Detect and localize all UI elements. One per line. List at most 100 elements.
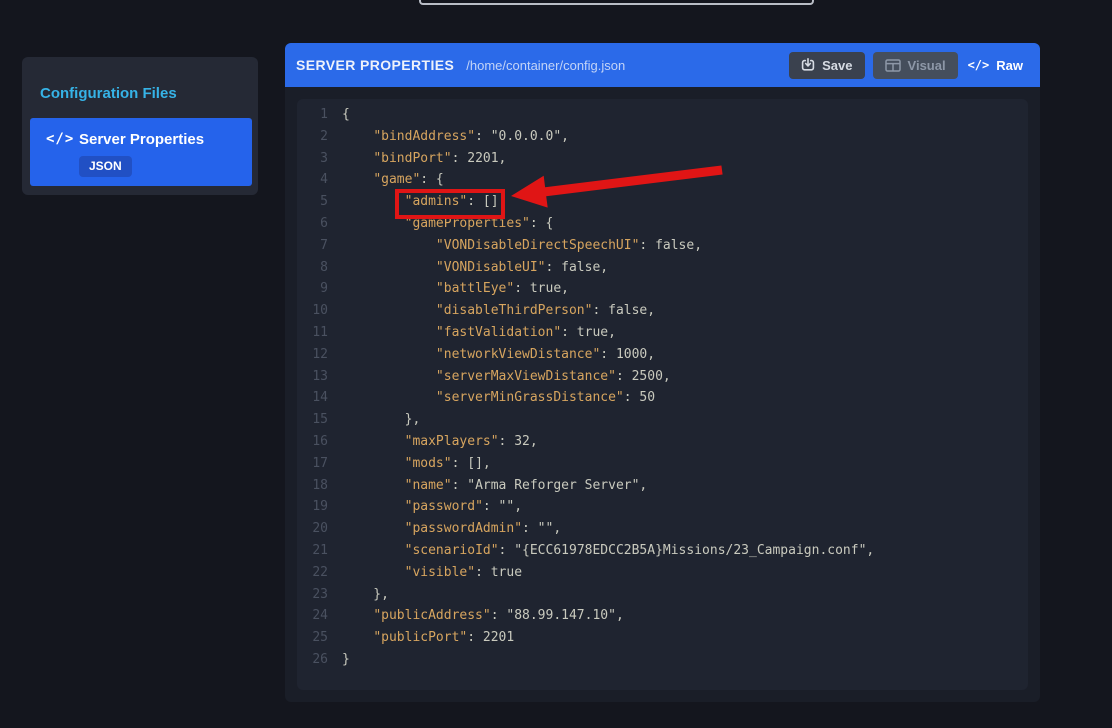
code-text: "visible": true bbox=[404, 564, 523, 580]
editor-body: 1{2 "bindAddress": "0.0.0.0", 3 "bindPort… bbox=[285, 87, 1040, 702]
line-number: 26 bbox=[312, 651, 328, 667]
code-line: 24 "publicAddress": "88.99.147.10", bbox=[297, 605, 1028, 627]
line-number: 18 bbox=[312, 477, 328, 493]
code-text: "fastValidation": true, bbox=[435, 324, 616, 340]
code-line: 7 "VONDisableDirectSpeechUI": false, bbox=[297, 235, 1028, 257]
code-line: 26} bbox=[297, 649, 1028, 671]
code-text: "scenarioId": "{ECC61978EDCC2B5A}Mission… bbox=[404, 542, 875, 558]
code-text: "VONDisableDirectSpeechUI": false, bbox=[435, 237, 703, 253]
code-line: 11 "fastValidation": true, bbox=[297, 322, 1028, 344]
code-line: 5 "admins": [], bbox=[297, 191, 1028, 213]
code-text: "serverMaxViewDistance": 2500, bbox=[435, 368, 671, 384]
line-number: 3 bbox=[320, 150, 328, 166]
editor-header: SERVER PROPERTIES /home/container/config… bbox=[285, 43, 1040, 87]
code-text: }, bbox=[342, 412, 421, 428]
code-line: 22 "visible": true bbox=[297, 562, 1028, 584]
line-number: 8 bbox=[320, 259, 328, 275]
code-text: "bindPort": 2201, bbox=[373, 150, 507, 166]
line-number: 22 bbox=[312, 564, 328, 580]
code-line: 10 "disableThirdPerson": false, bbox=[297, 300, 1028, 322]
line-number: 20 bbox=[312, 521, 328, 537]
line-number: 19 bbox=[312, 499, 328, 515]
json-badge: JSON bbox=[79, 156, 132, 177]
code-text: "password": "", bbox=[404, 499, 523, 515]
line-number: 2 bbox=[320, 128, 328, 144]
line-number: 7 bbox=[320, 237, 328, 253]
code-text: } bbox=[342, 651, 350, 667]
table-icon bbox=[884, 58, 901, 72]
save-icon bbox=[801, 58, 815, 71]
code-text: "bindAddress": "0.0.0.0", bbox=[373, 128, 569, 144]
line-number: 9 bbox=[320, 281, 328, 297]
code-text: "game": { bbox=[373, 172, 444, 188]
code-text: "VONDisableUI": false, bbox=[435, 259, 609, 275]
code-text: "battlEye": true, bbox=[435, 281, 569, 297]
code-line: 25 "publicPort": 2201 bbox=[297, 627, 1028, 649]
line-number: 13 bbox=[312, 368, 328, 384]
file-editor-panel: SERVER PROPERTIES /home/container/config… bbox=[285, 43, 1040, 702]
save-button[interactable]: Save bbox=[789, 51, 865, 79]
line-number: 23 bbox=[312, 586, 328, 602]
editor-title: SERVER PROPERTIES bbox=[296, 57, 455, 73]
code-line: 18 "name": "Arma Reforger Server", bbox=[297, 475, 1028, 497]
code-line: 17 "mods": [], bbox=[297, 453, 1028, 475]
line-number: 1 bbox=[320, 107, 328, 122]
code-line: 1{ bbox=[297, 104, 1028, 126]
code-line: 15 }, bbox=[297, 409, 1028, 431]
code-line: 13 "serverMaxViewDistance": 2500, bbox=[297, 366, 1028, 388]
line-number: 25 bbox=[312, 630, 328, 646]
code-line: 12 "networkViewDistance": 1000, bbox=[297, 344, 1028, 366]
code-line: 21 "scenarioId": "{ECC61978EDCC2B5A}Miss… bbox=[297, 540, 1028, 562]
code-line: 8 "VONDisableUI": false, bbox=[297, 257, 1028, 279]
code-text: "gameProperties": { bbox=[404, 215, 554, 231]
code-line: 6 "gameProperties": { bbox=[297, 213, 1028, 235]
code-text: "publicPort": 2201 bbox=[373, 630, 515, 646]
line-number: 11 bbox=[312, 324, 328, 340]
line-number: 17 bbox=[312, 455, 328, 471]
visual-button-label: Visual bbox=[907, 57, 946, 73]
code-text: "name": "Arma Reforger Server", bbox=[404, 477, 648, 493]
line-number: 21 bbox=[312, 542, 328, 558]
cropped-top-box bbox=[419, 0, 814, 5]
sidebar-item-server-properties[interactable]: </> Server Properties JSON bbox=[30, 118, 252, 186]
configuration-files-heading: Configuration Files bbox=[40, 85, 177, 102]
code-line: 14 "serverMinGrassDistance": 50 bbox=[297, 387, 1028, 409]
code-text: "disableThirdPerson": false, bbox=[435, 303, 656, 319]
line-number: 15 bbox=[312, 412, 328, 428]
code-text: "networkViewDistance": 1000, bbox=[435, 346, 656, 362]
raw-button[interactable]: </> Raw bbox=[964, 52, 1027, 79]
line-number: 16 bbox=[312, 433, 328, 449]
code-lines: 1{2 "bindAddress": "0.0.0.0", 3 "bindPort… bbox=[297, 104, 1028, 671]
code-text: "serverMinGrassDistance": 50 bbox=[435, 390, 656, 406]
code-line: 2 "bindAddress": "0.0.0.0", bbox=[297, 126, 1028, 148]
code-text: { bbox=[342, 107, 350, 122]
code-text: "mods": [], bbox=[404, 455, 491, 471]
line-number: 6 bbox=[320, 215, 328, 231]
code-text: "admins": [], bbox=[404, 194, 507, 210]
line-number: 12 bbox=[312, 346, 328, 362]
code-line: 9 "battlEye": true, bbox=[297, 278, 1028, 300]
sidebar-item-label: Server Properties bbox=[79, 131, 205, 148]
code-line: 3 "bindPort": 2201, bbox=[297, 148, 1028, 170]
line-number: 5 bbox=[320, 194, 328, 210]
line-number: 10 bbox=[312, 303, 328, 319]
configuration-files-card: Configuration Files </> Server Propertie… bbox=[22, 57, 258, 195]
code-line: 4 "game": { bbox=[297, 169, 1028, 191]
code-line: 23 }, bbox=[297, 584, 1028, 606]
code-line: 19 "password": "", bbox=[297, 496, 1028, 518]
line-number: 14 bbox=[312, 390, 328, 406]
file-path: /home/container/config.json bbox=[466, 57, 626, 73]
code-text: }, bbox=[342, 586, 389, 602]
code-text: "maxPlayers": 32, bbox=[404, 433, 538, 449]
code-line: 16 "maxPlayers": 32, bbox=[297, 431, 1028, 453]
code-text: "passwordAdmin": "", bbox=[404, 521, 562, 537]
code-text: "publicAddress": "88.99.147.10", bbox=[373, 608, 624, 624]
save-button-label: Save bbox=[822, 57, 853, 73]
json-code-editor[interactable]: 1{2 "bindAddress": "0.0.0.0", 3 "bindPort… bbox=[297, 99, 1028, 690]
line-number: 4 bbox=[320, 172, 328, 188]
code-line: 20 "passwordAdmin": "", bbox=[297, 518, 1028, 540]
line-number: 24 bbox=[312, 608, 328, 624]
visual-button[interactable]: Visual bbox=[872, 51, 958, 79]
raw-button-label: Raw bbox=[996, 57, 1023, 73]
code-icon: </> bbox=[46, 131, 75, 147]
